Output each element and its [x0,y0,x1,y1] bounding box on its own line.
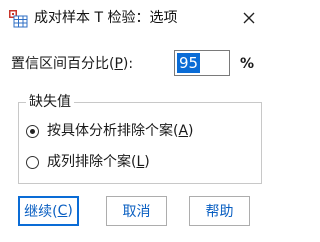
missing-values-legend: 缺失值 [26,93,74,111]
spss-table-icon [8,8,28,28]
radio-label-analysis: 按具体分析排除个案(A) [47,122,194,140]
title-bar: 成对样本 T 检验：选项 [0,0,272,38]
continue-mnemonic: C [57,203,68,219]
cancel-button[interactable]: 取消 [106,196,167,226]
paired-t-options-dialog: 成对样本 T 检验：选项 置信区间百分比(P): 95 % 缺失值 按具体分析排… [0,0,272,242]
radio-selected-icon [26,124,39,138]
radio1-prefix: 按具体分析排除个案( [47,123,179,139]
confidence-interval-value: 95 [177,53,201,73]
percent-unit: % [240,56,255,72]
radio-unselected-icon [26,155,39,169]
confidence-interval-label: 置信区间百分比(P): [11,55,133,73]
missing-values-group [18,102,262,184]
ci-label-suffix: ): [122,56,134,72]
confidence-interval-input[interactable]: 95 [174,50,230,76]
radio1-suffix: ) [188,123,194,139]
ci-label-mnemonic: P [114,56,123,72]
continue-prefix: 继续( [24,204,58,220]
continue-button[interactable]: 继续(C) [18,196,79,226]
radio-dot [30,128,35,134]
window-title: 成对样本 T 检验：选项 [34,10,178,26]
radio-exclude-analysis-by-analysis[interactable]: 按具体分析排除个案(A) [26,122,194,140]
radio-label-listwise: 成列排除个案(L) [47,153,150,171]
radio2-suffix: ) [144,154,150,170]
continue-suffix: ) [67,203,73,219]
ci-label-prefix: 置信区间百分比( [11,56,115,72]
radio1-mnemonic: A [178,123,189,139]
radio-exclude-listwise[interactable]: 成列排除个案(L) [26,153,150,171]
help-button[interactable]: 帮助 [189,196,250,226]
radio2-prefix: 成列排除个案( [47,154,137,170]
close-icon [243,12,255,24]
close-button[interactable] [236,6,262,30]
